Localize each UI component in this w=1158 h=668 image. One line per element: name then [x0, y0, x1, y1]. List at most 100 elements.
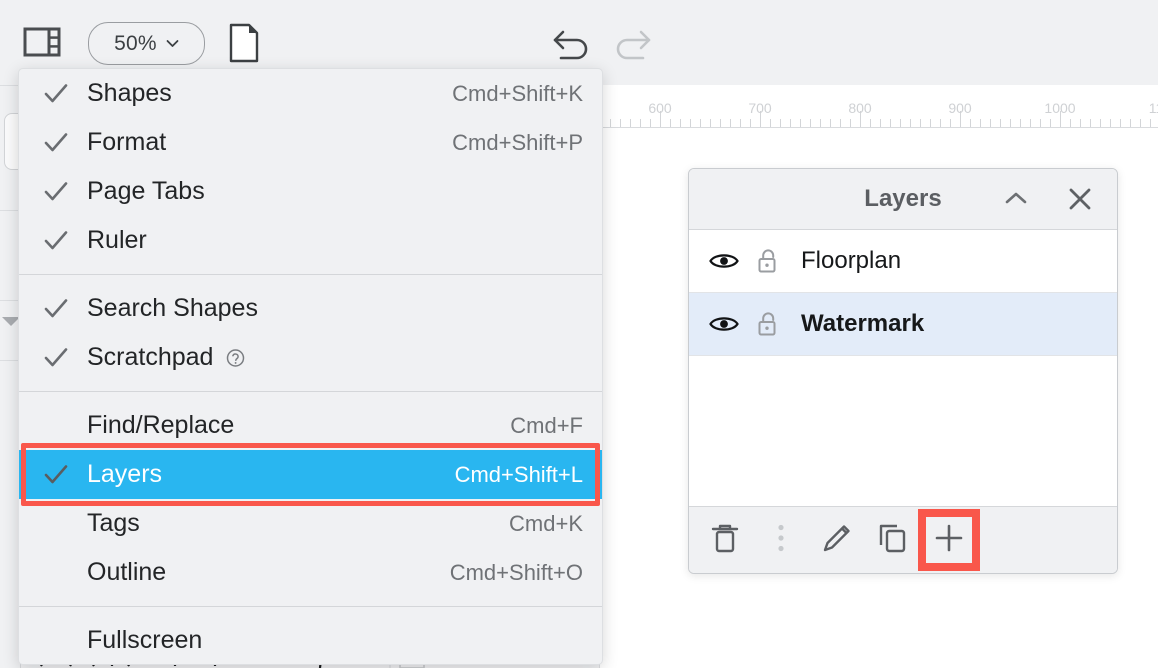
ruler-label: 800 — [848, 100, 872, 116]
ruler-tick — [640, 119, 641, 127]
ruler-tick — [730, 119, 731, 127]
menu-item-label: Tags — [87, 509, 140, 537]
menu-item-scratchpad[interactable]: Scratchpad — [19, 333, 602, 382]
checkmark-icon — [43, 179, 69, 205]
menu-separator — [19, 274, 602, 275]
menu-item-tags[interactable]: Tags Cmd+K — [19, 499, 602, 548]
chevron-up-icon[interactable] — [1003, 187, 1029, 211]
ruler-tick — [780, 119, 781, 127]
menu-item-shortcut: Cmd+Shift+K — [452, 80, 583, 106]
ruler-tick — [710, 119, 711, 127]
menu-item-label: Scratchpad — [87, 343, 214, 371]
dots-vertical-icon — [771, 521, 791, 560]
ruler-tick — [1000, 119, 1001, 127]
rename-layer-button[interactable] — [815, 518, 859, 562]
layer-row[interactable]: Watermark — [689, 293, 1117, 356]
ruler-label: 900 — [948, 100, 972, 116]
menu-item-layers[interactable]: Layers Cmd+Shift+L — [19, 450, 602, 499]
duplicate-icon — [876, 521, 910, 560]
layer-options-button — [759, 518, 803, 562]
menu-item-format[interactable]: Format Cmd+Shift+P — [19, 118, 602, 167]
checkmark-icon — [43, 228, 69, 254]
ruler-tick — [1130, 119, 1131, 127]
menu-item-label: Page Tabs — [87, 177, 205, 205]
ruler-label: 700 — [748, 100, 772, 116]
ruler-tick — [720, 119, 721, 127]
zoom-dropdown[interactable]: 50% — [88, 22, 205, 65]
view-menu-dropdown[interactable]: Shapes Cmd+Shift+K Format Cmd+Shift+P Page T… — [18, 68, 603, 665]
menu-item-shortcut: Cmd+Shift+L — [454, 461, 583, 487]
menu-item-label: Search Shapes — [87, 294, 258, 322]
menu-item-fullscreen[interactable]: Fullscreen — [19, 616, 602, 664]
ruler-tick — [980, 119, 981, 127]
ruler-tick — [1120, 119, 1121, 127]
eye-icon[interactable] — [709, 313, 739, 335]
ruler-tick — [1010, 119, 1011, 127]
horizontal-ruler: 600 700 800 900 1000 11 — [600, 97, 1158, 128]
ruler-tick — [910, 119, 911, 127]
ruler-tick — [890, 119, 891, 127]
ruler-tick — [880, 119, 881, 127]
trash-icon — [708, 520, 742, 561]
menu-item-shortcut: Cmd+Shift+P — [452, 129, 583, 155]
ruler-tick — [610, 119, 611, 127]
unlock-icon[interactable] — [757, 248, 779, 274]
layer-name: Floorplan — [801, 247, 902, 274]
add-layer-button[interactable] — [918, 509, 980, 571]
menu-item-label: Outline — [87, 558, 167, 586]
menu-item-outline[interactable]: Outline Cmd+Shift+O — [19, 548, 602, 597]
chevron-down-icon — [166, 37, 179, 50]
ruler-tick — [1150, 119, 1151, 127]
ruler-tick — [1070, 119, 1071, 127]
panel-layout-icon[interactable] — [22, 24, 62, 60]
menu-item-search-shapes[interactable]: Search Shapes — [19, 284, 602, 333]
menu-item-shortcut: Cmd+F — [510, 412, 583, 438]
ruler-tick — [1090, 119, 1091, 127]
ruler-tick — [1140, 119, 1141, 127]
menu-item-shapes[interactable]: Shapes Cmd+Shift+K — [19, 69, 602, 118]
eye-icon[interactable] — [709, 250, 739, 272]
delete-layer-button[interactable] — [703, 518, 747, 562]
ruler-tick — [970, 119, 971, 127]
close-icon[interactable] — [1067, 186, 1093, 212]
ruler-tick — [1030, 119, 1031, 127]
ruler-tick — [650, 119, 651, 127]
layers-panel-header: Layers — [689, 169, 1117, 230]
zoom-level-label: 50% — [114, 31, 157, 55]
help-icon[interactable] — [226, 348, 245, 367]
unlock-icon[interactable] — [757, 311, 779, 337]
layers-panel: Layers Floorplan Watermark — [688, 168, 1118, 574]
ruler-tick — [820, 119, 821, 127]
ruler-tick — [700, 119, 701, 127]
page-icon[interactable] — [224, 22, 264, 64]
ruler-tick — [770, 119, 771, 127]
redo-icon[interactable] — [609, 22, 655, 64]
menu-item-ruler[interactable]: Ruler — [19, 216, 602, 265]
ruler-tick — [1040, 119, 1041, 127]
ruler-label: 1000 — [1044, 100, 1076, 116]
layer-row[interactable]: Floorplan — [689, 230, 1117, 293]
menu-item-find-replace[interactable]: Find/Replace Cmd+F — [19, 401, 602, 450]
checkmark-icon — [43, 462, 69, 488]
ruler-tick — [1050, 119, 1051, 127]
menu-separator — [19, 391, 602, 392]
ruler-tick — [1020, 119, 1021, 127]
ruler-tick — [680, 119, 681, 127]
ruler-tick — [620, 119, 621, 127]
ruler-tick — [920, 119, 921, 127]
ruler-tick — [740, 119, 741, 127]
ruler-tick — [1080, 119, 1081, 127]
plus-icon — [932, 521, 966, 560]
ruler-tick — [930, 119, 931, 127]
ruler-tick — [990, 119, 991, 127]
undo-icon[interactable] — [549, 22, 595, 64]
menu-item-shortcut: Cmd+K — [509, 510, 583, 536]
menu-item-page-tabs[interactable]: Page Tabs — [19, 167, 602, 216]
ruler-tick — [850, 119, 851, 127]
ruler-tick — [870, 119, 871, 127]
ruler-tick — [830, 119, 831, 127]
menu-separator — [19, 606, 602, 607]
layers-list[interactable]: Floorplan Watermark — [689, 230, 1117, 506]
ruler-tick — [690, 119, 691, 127]
duplicate-layer-button[interactable] — [871, 518, 915, 562]
